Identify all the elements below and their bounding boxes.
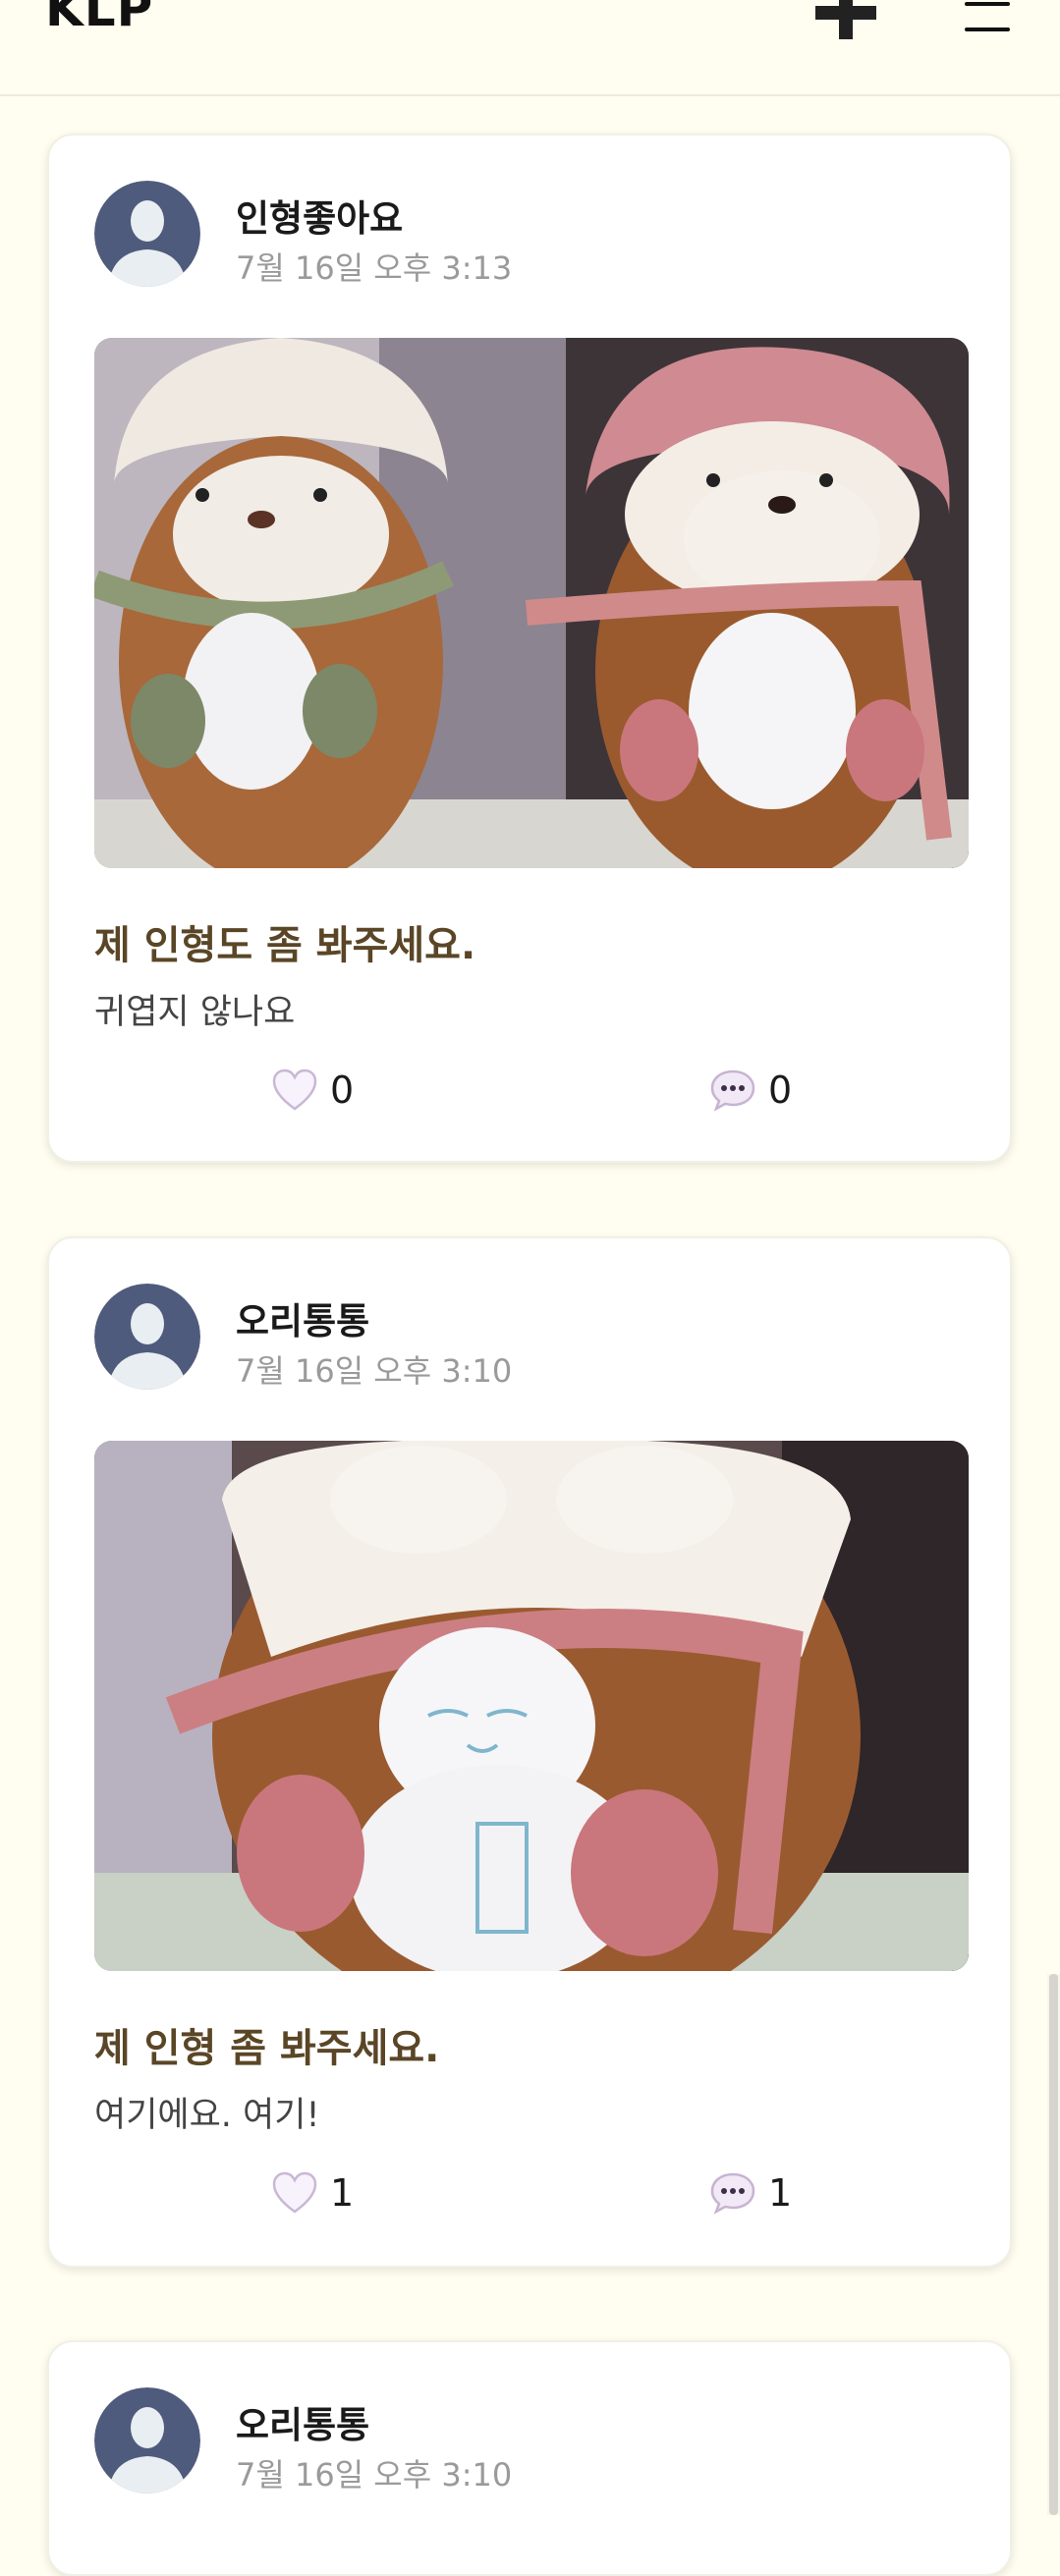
menu-button[interactable] <box>963 0 1012 35</box>
user-avatar-icon <box>94 2387 200 2494</box>
post-author[interactable]: 오리통통 <box>236 2395 369 2448</box>
post-timestamp: 7월 16일 오후 3:13 <box>236 249 513 287</box>
post-timestamp: 7월 16일 오후 3:10 <box>236 2456 513 2494</box>
post-title[interactable]: 제 인형 좀 봐주세요. <box>94 2016 439 2073</box>
speech-bubble-icon <box>710 2172 755 2215</box>
post-body: 여기에요. 여기! <box>94 2096 320 2135</box>
speech-bubble-icon <box>710 1069 755 1112</box>
user-avatar-icon <box>94 1284 200 1390</box>
comment-button[interactable]: 1 <box>709 2171 792 2215</box>
app-header: KLP <box>0 0 1060 96</box>
comment-button[interactable]: 0 <box>709 1069 792 1112</box>
avatar[interactable] <box>94 181 200 287</box>
plus-icon <box>815 0 876 39</box>
heart-icon <box>272 1069 317 1111</box>
post-image[interactable] <box>94 338 969 868</box>
add-post-button[interactable] <box>815 0 876 43</box>
app-logo[interactable]: KLP <box>45 0 153 37</box>
post-title[interactable]: 제 인형도 좀 봐주세요. <box>94 913 475 970</box>
post-card[interactable]: 오리통통 7월 16일 오후 3:10 제 인형 좀 봐주세요. 여기에요. 여… <box>47 1236 1012 2268</box>
post-author[interactable]: 인형좋아요 <box>236 189 403 242</box>
like-count: 1 <box>330 2171 355 2215</box>
post-author[interactable]: 오리통통 <box>236 1291 369 1344</box>
comment-count: 0 <box>768 1069 793 1112</box>
post-card[interactable]: 오리통통 7월 16일 오후 3:10 <box>47 2340 1012 2576</box>
post-body: 귀엽지 않나요 <box>94 993 296 1032</box>
plush-otters-photo <box>94 338 969 868</box>
scrollbar-thumb[interactable] <box>1049 1974 1058 2515</box>
like-count: 0 <box>330 1069 355 1112</box>
heart-icon <box>272 2171 317 2214</box>
post-image[interactable] <box>94 1441 969 1971</box>
like-button[interactable]: 1 <box>271 2171 354 2215</box>
plush-snowman-photo <box>94 1441 969 1971</box>
comment-count: 1 <box>768 2171 793 2215</box>
post-timestamp: 7월 16일 오후 3:10 <box>236 1352 513 1390</box>
user-avatar-icon <box>94 181 200 287</box>
avatar[interactable] <box>94 1284 200 1390</box>
hamburger-menu-icon <box>965 2 1010 31</box>
like-button[interactable]: 0 <box>271 1069 354 1112</box>
post-card[interactable]: 인형좋아요 7월 16일 오후 3:13 제 인형도 좀 봐주세요. 귀엽지 않… <box>47 134 1012 1163</box>
avatar[interactable] <box>94 2387 200 2494</box>
